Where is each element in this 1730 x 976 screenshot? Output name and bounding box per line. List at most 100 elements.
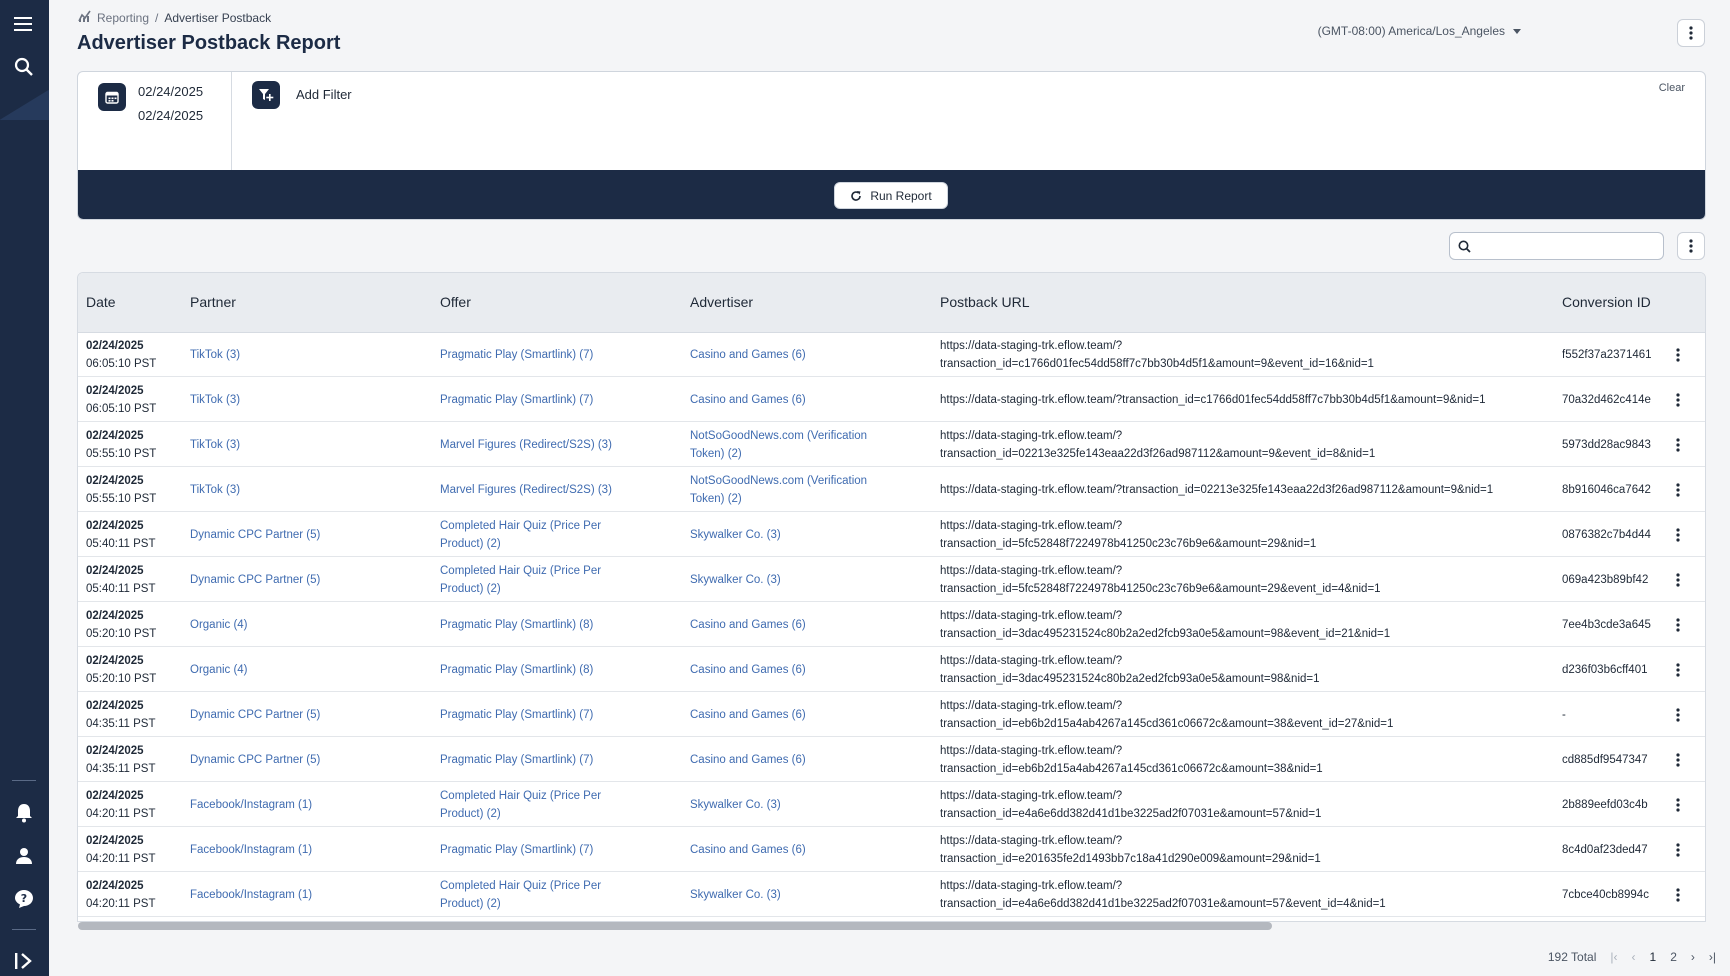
offer-link[interactable]: Marvel Figures (Redirect/S2S) (3) (440, 436, 612, 454)
partner-link[interactable]: Facebook/Instagram (1) (190, 796, 312, 814)
row-options-icon[interactable] (1666, 388, 1690, 412)
timezone-select[interactable]: (GMT-08:00) America/Los_Angeles (1318, 24, 1521, 38)
last-page-icon[interactable]: ›| (1709, 950, 1716, 964)
offer-link[interactable]: Completed Hair Quiz (Price Per Product) (… (440, 562, 601, 598)
row-options-icon[interactable] (1666, 793, 1690, 817)
row-options-icon[interactable] (1666, 883, 1690, 907)
table-row[interactable]: 02/24/2025 05:20:10 PST Organic (4) Pragmat… (78, 648, 1705, 692)
table-row[interactable]: 02/24/2025 04:20:11 PST Facebook/Instagram… (78, 783, 1705, 827)
offer-link[interactable]: Pragmatic Play (Smartlink) (8) (440, 661, 593, 679)
date-end[interactable]: 02/24/2025 (138, 108, 203, 123)
bell-icon[interactable] (10, 799, 38, 827)
search-input[interactable] (1477, 239, 1663, 253)
advertiser-link[interactable]: Casino and Games (6) (690, 616, 806, 634)
row-options-icon[interactable] (1666, 658, 1690, 682)
run-report-button[interactable]: Run Report (834, 182, 948, 209)
menu-icon[interactable] (10, 10, 38, 38)
breadcrumb-parent[interactable]: Reporting (97, 11, 149, 25)
partner-link[interactable]: Dynamic CPC Partner (5) (190, 571, 320, 589)
column-header-postback-url[interactable]: Postback URL (940, 294, 1029, 310)
row-options-icon[interactable] (1666, 343, 1690, 367)
offer-link[interactable]: Pragmatic Play (Smartlink) (8) (440, 616, 593, 634)
advertiser-link[interactable]: Casino and Games (6) (690, 706, 806, 724)
table-row[interactable]: 02/24/2025 06:05:10 PST TikTok (3) Pragmati… (78, 378, 1705, 422)
column-header-advertiser[interactable]: Advertiser (690, 294, 753, 310)
row-options-icon[interactable] (1666, 433, 1690, 457)
offer-link[interactable]: Pragmatic Play (Smartlink) (7) (440, 346, 593, 364)
row-options-icon[interactable] (1666, 838, 1690, 862)
advertiser-link[interactable]: Casino and Games (6) (690, 391, 806, 409)
offer-link[interactable]: Pragmatic Play (Smartlink) (7) (440, 841, 593, 859)
prev-page-icon[interactable]: ‹ (1632, 950, 1636, 964)
expand-sidebar-icon[interactable] (10, 947, 38, 975)
advertiser-link[interactable]: Casino and Games (6) (690, 661, 806, 679)
advertiser-link[interactable]: Skywalker Co. (3) (690, 526, 781, 544)
partner-link[interactable]: Facebook/Instagram (1) (190, 841, 312, 859)
advertiser-link[interactable]: Skywalker Co. (3) (690, 886, 781, 904)
table-row[interactable]: 02/24/2025 04:35:11 PST Dynamic CPC Partne… (78, 738, 1705, 782)
offer-link[interactable]: Pragmatic Play (Smartlink) (7) (440, 706, 593, 724)
horizontal-scrollbar[interactable] (78, 922, 1272, 930)
column-header-partner[interactable]: Partner (190, 294, 236, 310)
page-options-button[interactable] (1677, 19, 1705, 47)
offer-link[interactable]: Completed Hair Quiz (Price Per Product) (… (440, 787, 601, 823)
advertiser-link[interactable]: Skywalker Co. (3) (690, 571, 781, 589)
row-options-icon[interactable] (1666, 478, 1690, 502)
advertiser-link[interactable]: Skywalker Co. (3) (690, 796, 781, 814)
partner-link[interactable]: TikTok (3) (190, 391, 240, 409)
partner-link[interactable]: Facebook/Instagram (1) (190, 886, 312, 904)
partner-link[interactable]: Organic (4) (190, 616, 248, 634)
search-icon[interactable] (10, 53, 38, 81)
offer-link[interactable]: Pragmatic Play (Smartlink) (7) (440, 751, 593, 769)
table-row[interactable]: 02/24/2025 04:20:11 PST Facebook/Instagram… (78, 873, 1705, 917)
kebab-icon (1689, 239, 1693, 253)
row-options-icon[interactable] (1666, 568, 1690, 592)
partner-link[interactable]: TikTok (3) (190, 481, 240, 499)
table-row[interactable]: 02/24/2025 05:20:10 PST Organic (4) Pragmat… (78, 603, 1705, 647)
first-page-icon[interactable]: |‹ (1610, 950, 1617, 964)
column-header-conversion-id[interactable]: Conversion ID (1562, 294, 1651, 310)
add-filter-icon[interactable] (252, 81, 280, 109)
advertiser-link[interactable]: Casino and Games (6) (690, 751, 806, 769)
row-options-icon[interactable] (1666, 703, 1690, 727)
row-options-icon[interactable] (1666, 613, 1690, 637)
table-search[interactable] (1449, 232, 1664, 260)
offer-line: Product) (2) (440, 808, 501, 820)
partner-link[interactable]: Dynamic CPC Partner (5) (190, 706, 320, 724)
table-options-button[interactable] (1677, 232, 1705, 260)
user-icon[interactable] (10, 842, 38, 870)
offer-link[interactable]: Marvel Figures (Redirect/S2S) (3) (440, 481, 612, 499)
table-row[interactable]: 02/24/2025 04:20:11 PST Facebook/Instagram… (78, 828, 1705, 872)
date-start[interactable]: 02/24/2025 (138, 84, 203, 99)
table-row[interactable]: 02/24/2025 05:55:10 PST TikTok (3) Marvel F… (78, 423, 1705, 467)
row-options-icon[interactable] (1666, 748, 1690, 772)
help-icon[interactable]: ? (10, 885, 38, 913)
advertiser-link[interactable]: NotSoGoodNews.com (Verification Token) (2… (690, 472, 867, 508)
table-row[interactable]: 02/24/2025 06:05:10 PST TikTok (3) Pragmati… (78, 333, 1705, 377)
column-header-offer[interactable]: Offer (440, 294, 471, 310)
offer-link[interactable]: Pragmatic Play (Smartlink) (7) (440, 391, 593, 409)
calendar-icon[interactable] (98, 83, 126, 111)
advertiser-link[interactable]: NotSoGoodNews.com (Verification Token) (2… (690, 427, 867, 463)
advertiser-link[interactable]: Casino and Games (6) (690, 841, 806, 859)
next-page-icon[interactable]: › (1691, 950, 1695, 964)
partner-link[interactable]: Dynamic CPC Partner (5) (190, 526, 320, 544)
column-header-date[interactable]: Date (86, 294, 116, 310)
offer-link[interactable]: Completed Hair Quiz (Price Per Product) (… (440, 517, 601, 553)
partner-link[interactable]: TikTok (3) (190, 436, 240, 454)
partner-link[interactable]: Dynamic CPC Partner (5) (190, 751, 320, 769)
table-row[interactable]: 02/24/2025 05:40:11 PST Dynamic CPC Partne… (78, 513, 1705, 557)
table-row[interactable]: 02/24/2025 04:35:11 PST Dynamic CPC Partne… (78, 693, 1705, 737)
row-options-icon[interactable] (1666, 523, 1690, 547)
table-row[interactable]: 02/24/2025 05:40:11 PST Dynamic CPC Partne… (78, 558, 1705, 602)
page-2[interactable]: 2 (1670, 950, 1677, 964)
add-filter-button[interactable]: Add Filter (296, 87, 352, 102)
partner-link[interactable]: TikTok (3) (190, 346, 240, 364)
date-range-picker[interactable]: 02/24/2025 02/24/2025 (78, 72, 232, 170)
clear-button[interactable]: Clear (1659, 82, 1685, 94)
advertiser-link[interactable]: Casino and Games (6) (690, 346, 806, 364)
offer-link[interactable]: Completed Hair Quiz (Price Per Product) (… (440, 877, 601, 913)
table-row[interactable]: 02/24/2025 05:55:10 PST TikTok (3) Marvel F… (78, 468, 1705, 512)
page-1[interactable]: 1 (1650, 950, 1657, 964)
partner-link[interactable]: Organic (4) (190, 661, 248, 679)
